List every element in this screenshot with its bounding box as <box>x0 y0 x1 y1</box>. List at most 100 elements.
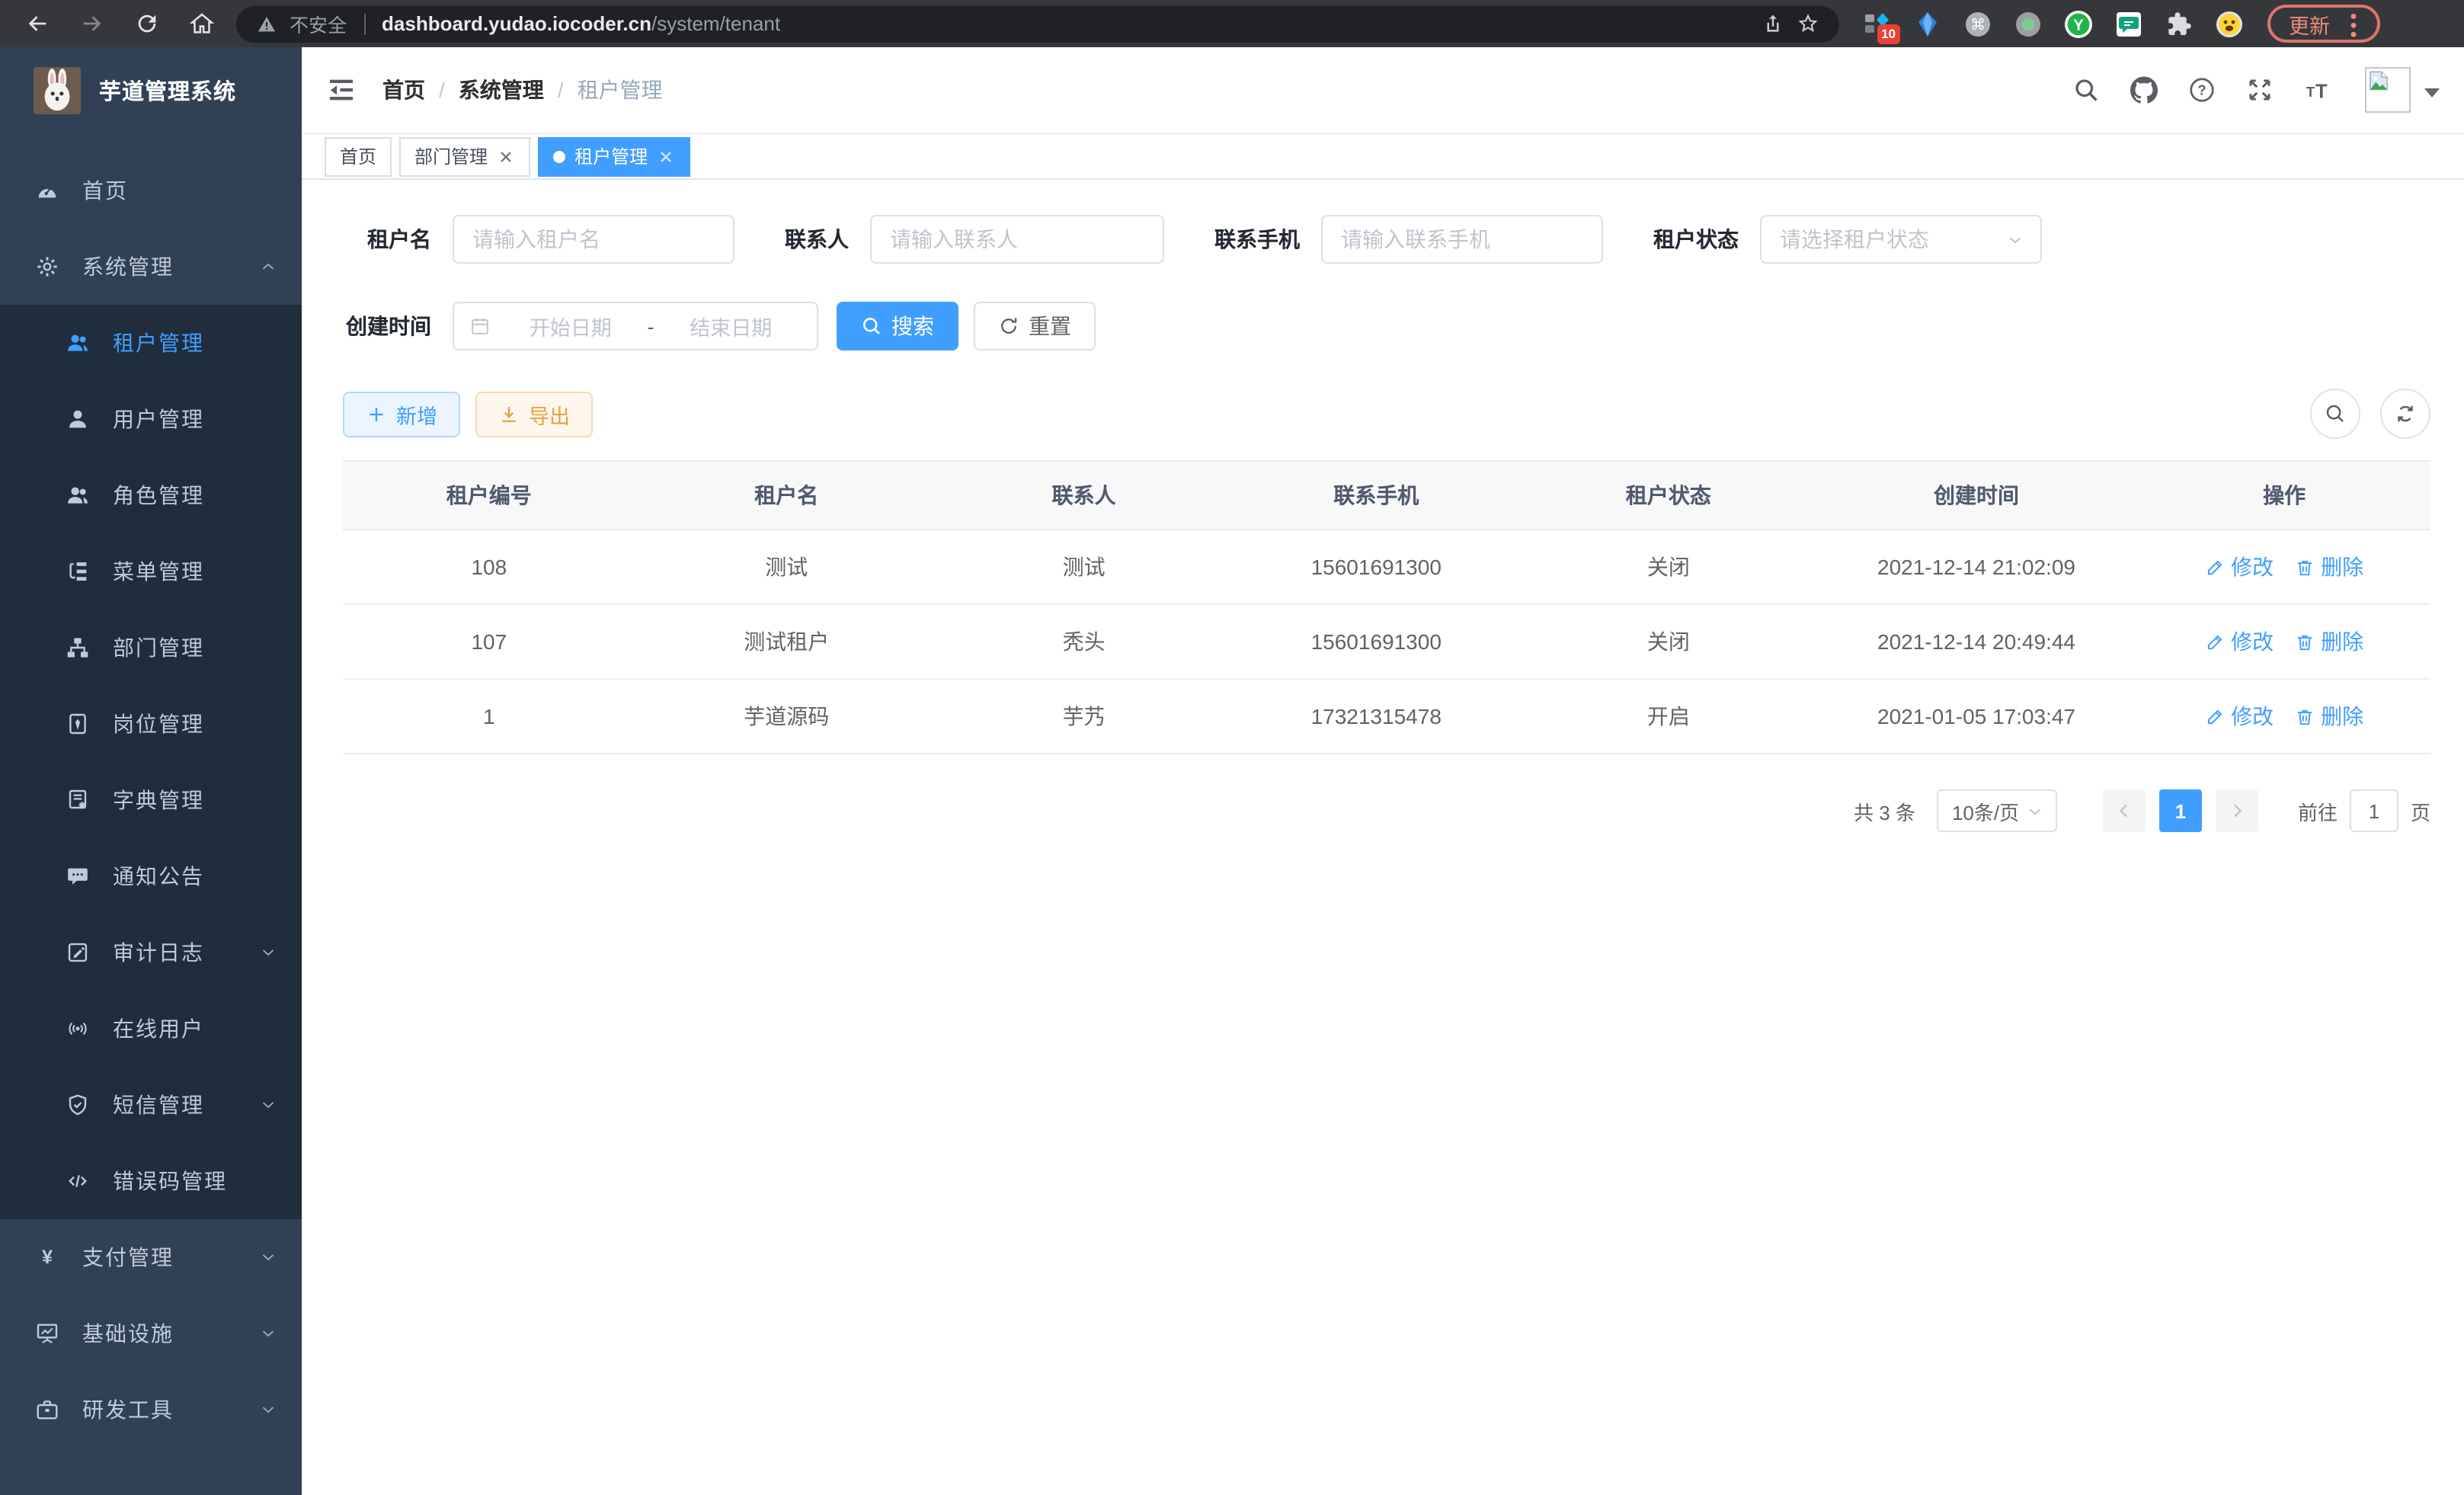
sidebar-item-基础设施[interactable]: 基础设施 <box>0 1295 302 1372</box>
goto-page-input[interactable] <box>2350 789 2398 832</box>
hamburger-icon[interactable] <box>326 75 357 105</box>
edit-link[interactable]: 修改 <box>2205 701 2274 731</box>
sidebar-item-字典管理[interactable]: 字典管理 <box>0 762 302 838</box>
close-icon[interactable] <box>657 147 675 165</box>
bookmark-star-icon[interactable] <box>1797 12 1819 35</box>
home-icon[interactable] <box>189 11 215 37</box>
sidebar-item-在线用户[interactable]: 在线用户 <box>0 991 302 1067</box>
chevron-down-icon <box>259 1096 277 1114</box>
edit-pen-icon <box>2205 706 2225 726</box>
export-button[interactable]: 导出 <box>475 391 593 437</box>
search-button[interactable]: 搜索 <box>837 302 958 351</box>
refresh-table-button[interactable] <box>2380 389 2430 439</box>
browser-menu-icon[interactable] <box>2344 12 2363 35</box>
extension-balloon-icon[interactable] <box>1914 10 1941 37</box>
app-frame: 芋道管理系统 首页系统管理租户管理用户管理角色管理菜单管理部门管理岗位管理字典管… <box>0 47 2464 1495</box>
sidebar-item-支付管理[interactable]: ¥ 支付管理 <box>0 1219 302 1295</box>
plus-icon <box>366 403 387 424</box>
search-icon <box>861 315 882 337</box>
sidebar-item-label: 短信管理 <box>113 1090 259 1120</box>
forward-icon[interactable] <box>79 11 105 37</box>
mobile-input[interactable] <box>1321 215 1603 264</box>
tab-首页[interactable]: 首页 <box>325 136 392 176</box>
add-button[interactable]: 新增 <box>343 391 460 437</box>
address-bar[interactable]: 不安全 dashboard.yudao.iocoder.cn/system/te… <box>236 5 1839 42</box>
sidebar-item-岗位管理[interactable]: 岗位管理 <box>0 686 302 762</box>
edit-link[interactable]: 修改 <box>2205 552 2274 582</box>
sidebar-item-短信管理[interactable]: 短信管理 <box>0 1067 302 1143</box>
url-text[interactable]: dashboard.yudao.iocoder.cn/system/tenant <box>382 12 780 35</box>
filter-tenant-name: 租户名 <box>343 215 734 264</box>
sidebar-item-label: 字典管理 <box>113 785 277 815</box>
sidebar-item-label: 支付管理 <box>82 1242 259 1273</box>
trash-icon <box>2295 632 2315 651</box>
extension-smiley-icon[interactable] <box>2216 10 2243 37</box>
close-icon[interactable] <box>497 147 515 165</box>
help-icon[interactable]: ? <box>2188 76 2216 104</box>
reload-icon[interactable] <box>134 11 160 37</box>
submenu-system: 租户管理用户管理角色管理菜单管理部门管理岗位管理字典管理通知公告审计日志在线用户… <box>0 305 302 1219</box>
sidebar-logo[interactable]: 芋道管理系统 <box>0 47 302 134</box>
tab-label: 租户管理 <box>574 143 648 169</box>
page-size-select[interactable]: 10条/页 <box>1937 789 2057 832</box>
sidebar-item-通知公告[interactable]: 通知公告 <box>0 838 302 914</box>
sidebar-item-角色管理[interactable]: 角色管理 <box>0 457 302 533</box>
top-navbar: 首页 / 系统管理 / 租户管理 ? <box>302 47 2464 133</box>
users-icon <box>66 331 90 355</box>
sidebar-item-label: 在线用户 <box>113 1013 277 1044</box>
sidebar: 芋道管理系统 首页系统管理租户管理用户管理角色管理菜单管理部门管理岗位管理字典管… <box>0 47 302 1495</box>
extension-badge: 10 <box>1877 24 1900 43</box>
sidebar-item-系统管理[interactable]: 系统管理 <box>0 229 302 305</box>
font-size-icon[interactable]: TT <box>2304 76 2331 104</box>
reset-button[interactable]: 重置 <box>974 302 1096 351</box>
back-icon[interactable] <box>24 11 50 37</box>
mobile-cell: 15601691300 <box>1230 530 1522 604</box>
fullscreen-icon[interactable] <box>2246 76 2274 104</box>
search-icon[interactable] <box>2072 76 2100 104</box>
extension-chat-icon[interactable] <box>2115 10 2142 37</box>
next-page-button[interactable] <box>2216 789 2258 832</box>
prev-page-button[interactable] <box>2103 789 2146 832</box>
sidebar-item-首页[interactable]: 首页 <box>0 152 302 229</box>
sidebar-item-租户管理[interactable]: 租户管理 <box>0 305 302 381</box>
delete-link[interactable]: 删除 <box>2295 701 2363 731</box>
sidebar-item-审计日志[interactable]: 审计日志 <box>0 914 302 991</box>
extensions-puzzle-icon[interactable] <box>2165 10 2193 37</box>
user-menu[interactable] <box>2365 67 2440 113</box>
breadcrumb-system[interactable]: 系统管理 <box>459 75 544 105</box>
security-label[interactable]: 不安全 <box>290 9 347 38</box>
show-search-button[interactable] <box>2310 389 2360 439</box>
delete-link[interactable]: 删除 <box>2295 552 2363 582</box>
pagination-total: 共 3 条 <box>1854 796 1915 825</box>
table-toolbar: 新增 导出 <box>343 389 2430 439</box>
sidebar-item-用户管理[interactable]: 用户管理 <box>0 381 302 457</box>
sidebar-item-部门管理[interactable]: 部门管理 <box>0 610 302 686</box>
monitor-icon <box>35 1321 59 1346</box>
contact-cell: 秃头 <box>938 604 1230 679</box>
extension-command-icon[interactable]: ⌘ <box>1964 10 1992 37</box>
breadcrumb-home[interactable]: 首页 <box>382 75 425 105</box>
page-number-button[interactable]: 1 <box>2159 789 2202 832</box>
tenant-name-input[interactable] <box>453 215 734 264</box>
avatar[interactable] <box>2365 67 2411 113</box>
extension-pinned-icon[interactable]: 10 <box>1864 10 1891 37</box>
delete-link[interactable]: 删除 <box>2295 626 2363 657</box>
chevron-left-icon <box>2115 802 2133 820</box>
tab-租户管理[interactable]: 租户管理 <box>538 136 690 176</box>
security-warning-icon[interactable] <box>256 13 277 34</box>
edit-link[interactable]: 修改 <box>2205 626 2274 657</box>
browser-update-button[interactable]: 更新 <box>2267 5 2380 43</box>
tab-部门管理[interactable]: 部门管理 <box>399 136 530 176</box>
sidebar-item-研发工具[interactable]: 研发工具 <box>0 1372 302 1448</box>
svg-text:Y: Y <box>2073 17 2084 34</box>
date-range-picker[interactable]: 开始日期 - 结束日期 <box>453 302 818 351</box>
extension-record-icon[interactable] <box>2014 10 2042 37</box>
status-select[interactable]: 请选择租户状态 <box>1760 215 2042 264</box>
share-icon[interactable] <box>1762 12 1784 35</box>
github-icon[interactable] <box>2130 76 2158 104</box>
extension-y-icon[interactable]: Y <box>2065 10 2092 37</box>
sidebar-item-错误码管理[interactable]: 错误码管理 <box>0 1143 302 1219</box>
sidebar-item-菜单管理[interactable]: 菜单管理 <box>0 533 302 610</box>
svg-text:¥: ¥ <box>42 1247 53 1268</box>
contact-input[interactable] <box>870 215 1164 264</box>
